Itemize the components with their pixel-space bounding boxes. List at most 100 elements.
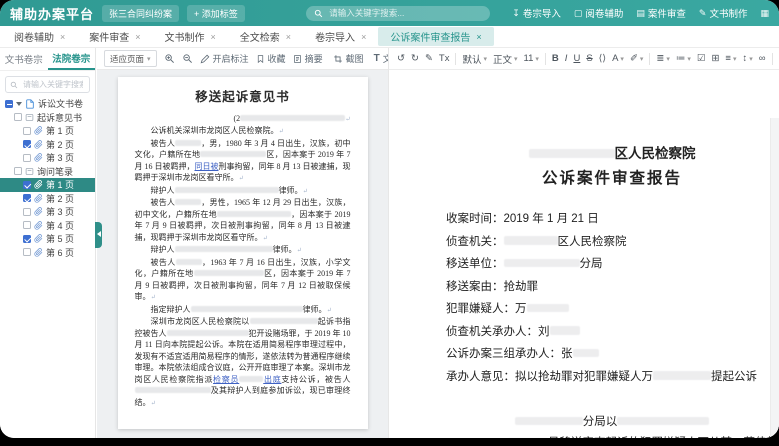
redacted-text (239, 375, 264, 382)
annotate-toggle-button[interactable]: 开启标注 (200, 52, 249, 65)
tree-doc-item[interactable]: 起诉意见书 (0, 111, 95, 125)
viewer-scroll-area[interactable]: 移送起诉意见书 (2 ↵ 公诉机关深圳市龙岗区人民检察院。↵ 被告人 ，男，1980 年… (97, 70, 388, 438)
bold-button[interactable]: B (552, 53, 559, 64)
tab-label: 阅卷辅助 (14, 33, 54, 44)
text-segment: 支持公诉，被告人 (281, 374, 351, 384)
chevron-down-icon: ▾ (514, 55, 518, 63)
close-icon[interactable]: × (361, 32, 366, 42)
highlight-color-button[interactable]: ✐ ▾ (630, 53, 643, 64)
clipped-menu-menu-item[interactable]: ▦ (760, 8, 769, 19)
close-icon[interactable]: × (476, 32, 481, 42)
line-height-button[interactable]: ↕ ▾ (742, 53, 752, 64)
tree-page-item[interactable]: 第 1 页 (0, 178, 95, 192)
close-icon[interactable]: × (60, 32, 65, 42)
font-size-select-button[interactable]: 11 ▾ (524, 53, 539, 64)
tree-root-item[interactable]: 诉讼文书卷 (0, 97, 95, 111)
checkbox[interactable] (23, 194, 31, 203)
paragraph-select-button[interactable]: 正文 ▾ (493, 52, 518, 66)
zoom-in-button[interactable] (164, 53, 175, 64)
tree-page-item[interactable]: 第 2 页 (0, 192, 95, 206)
tab-阅卷辅助[interactable]: 阅卷辅助 × (2, 27, 77, 46)
underline-button[interactable]: U (573, 53, 580, 64)
tab-全文检索[interactable]: 全文检索 × (228, 27, 303, 46)
report-document[interactable]: 区人民检察院 公诉案件审查报告 收案时间：2019 年 1 月 21 日侦查机关… (446, 70, 778, 438)
paragraph-mark-icon: ↵ (296, 247, 302, 254)
global-search-input[interactable] (327, 7, 483, 19)
sidebar-search-input[interactable] (21, 79, 85, 90)
format-painter-icon: ✎ (424, 53, 433, 64)
close-icon[interactable]: × (211, 32, 216, 42)
checkbox[interactable] (23, 140, 31, 149)
app-logo: 辅助办案平台 (10, 6, 95, 22)
tree-doc-item[interactable]: 询问笔录 (0, 165, 95, 179)
tree-page-item[interactable]: 第 1 页 (0, 124, 95, 138)
tab-文书制作[interactable]: 文书制作 × (153, 27, 228, 46)
tree-page-item[interactable]: 第 3 页 (0, 151, 95, 165)
clear-format-button[interactable]: Tx (439, 53, 450, 64)
entity-link[interactable]: 检察员 (213, 375, 239, 384)
tab-案件审查[interactable]: 案件审查 × (77, 27, 152, 46)
redacted-text (175, 199, 202, 205)
checkbox[interactable] (23, 126, 31, 135)
checkbox[interactable] (23, 221, 31, 230)
report-field-line: 移送单位： 分局 (446, 253, 778, 276)
sidebar-collapse-handle[interactable] (95, 222, 102, 248)
paperclip-icon (34, 234, 43, 243)
checkbox[interactable] (14, 113, 22, 122)
checkbox[interactable] (23, 248, 31, 257)
undo-button[interactable]: ↺ (397, 53, 405, 64)
checkbox[interactable] (14, 167, 22, 176)
italic-button[interactable]: I (565, 53, 568, 64)
strikethrough-button[interactable]: S (586, 53, 592, 64)
table-button[interactable]: ⊞ (711, 53, 719, 64)
reading-assist-menu-item[interactable]: ▢ 阅卷辅助 (574, 6, 624, 21)
tab-公诉案件审查报告[interactable]: 公诉案件审查报告 × (378, 27, 494, 46)
close-icon[interactable]: × (286, 32, 291, 42)
tree-page-item[interactable]: 第 2 页 (0, 138, 95, 152)
checkbox[interactable] (23, 153, 31, 162)
doc-create-menu-item[interactable]: ✎ 文书制作 (699, 6, 748, 21)
menu-item-label: 文书制作 (709, 9, 748, 20)
format-painter-button[interactable]: ✎ (425, 53, 433, 64)
font-family-select-button[interactable]: 默认 ▾ (462, 52, 487, 66)
font-color-button[interactable]: A ▾ (612, 53, 624, 64)
task-list-button[interactable]: ☑ (697, 53, 706, 64)
case-review-menu-item[interactable]: ▤ 案件审查 (636, 6, 686, 21)
checkbox[interactable] (23, 180, 31, 189)
entity-link[interactable]: 同日被 (195, 162, 219, 171)
clipped-menu-icon: ▦ (760, 7, 769, 18)
sidebar-search[interactable] (5, 76, 90, 93)
tree-page-item[interactable]: 第 4 页 (0, 219, 95, 233)
tree-page-item[interactable]: 第 6 页 (0, 246, 95, 260)
case-tag-button[interactable]: 张三合同纠纷案 (102, 4, 180, 22)
close-icon[interactable]: × (135, 32, 140, 42)
sidebar-tab-文书卷宗[interactable]: 文书卷宗 (0, 48, 48, 70)
favorite-button[interactable]: 收藏 (256, 52, 286, 65)
global-search[interactable] (306, 5, 491, 21)
caret-down-icon[interactable] (16, 101, 22, 106)
sidebar-tab-法院卷宗[interactable]: 法院卷宗 (47, 48, 95, 70)
paperclip-icon (34, 247, 43, 257)
screenshot-button[interactable]: 截图 (333, 52, 364, 65)
redacted-text (190, 305, 303, 312)
tree-page-item[interactable]: 第 3 页 (0, 205, 95, 219)
inline-code-button[interactable]: ⟨⟩ (599, 53, 606, 64)
volume-import-menu-item[interactable]: ↧ 卷宗导入 (512, 6, 561, 21)
bullet-list-button[interactable]: ≣ ▾ (656, 53, 669, 64)
editor-scrollbar[interactable] (770, 118, 779, 438)
align-button[interactable]: ≡ ▾ (725, 53, 736, 64)
checkbox[interactable] (23, 234, 31, 243)
link-button[interactable]: ∞ (759, 53, 766, 64)
summary-button[interactable]: 摘要 (293, 52, 323, 65)
zoom-out-button[interactable] (182, 53, 193, 64)
checkbox[interactable] (23, 207, 31, 216)
checkbox[interactable] (5, 99, 13, 108)
tree-page-item[interactable]: 第 5 页 (0, 232, 95, 246)
fit-page-select[interactable]: 适应页面 ▾ (104, 50, 157, 67)
editor-toolbar: ↺↻✎Tx默认▾正文▾11▾BIUS⟨⟩A▾✐▾≣▾≔▾☑⊞≡▾↕▾∞▣▤取消 (389, 48, 779, 70)
tab-卷宗导入[interactable]: 卷宗导入 × (303, 27, 378, 46)
ordered-list-button[interactable]: ≔ ▾ (676, 53, 691, 64)
entity-link[interactable]: 出庭 (263, 375, 281, 384)
add-tag-button[interactable]: + 添加标签 (187, 4, 245, 22)
redo-button[interactable]: ↻ (411, 53, 419, 64)
